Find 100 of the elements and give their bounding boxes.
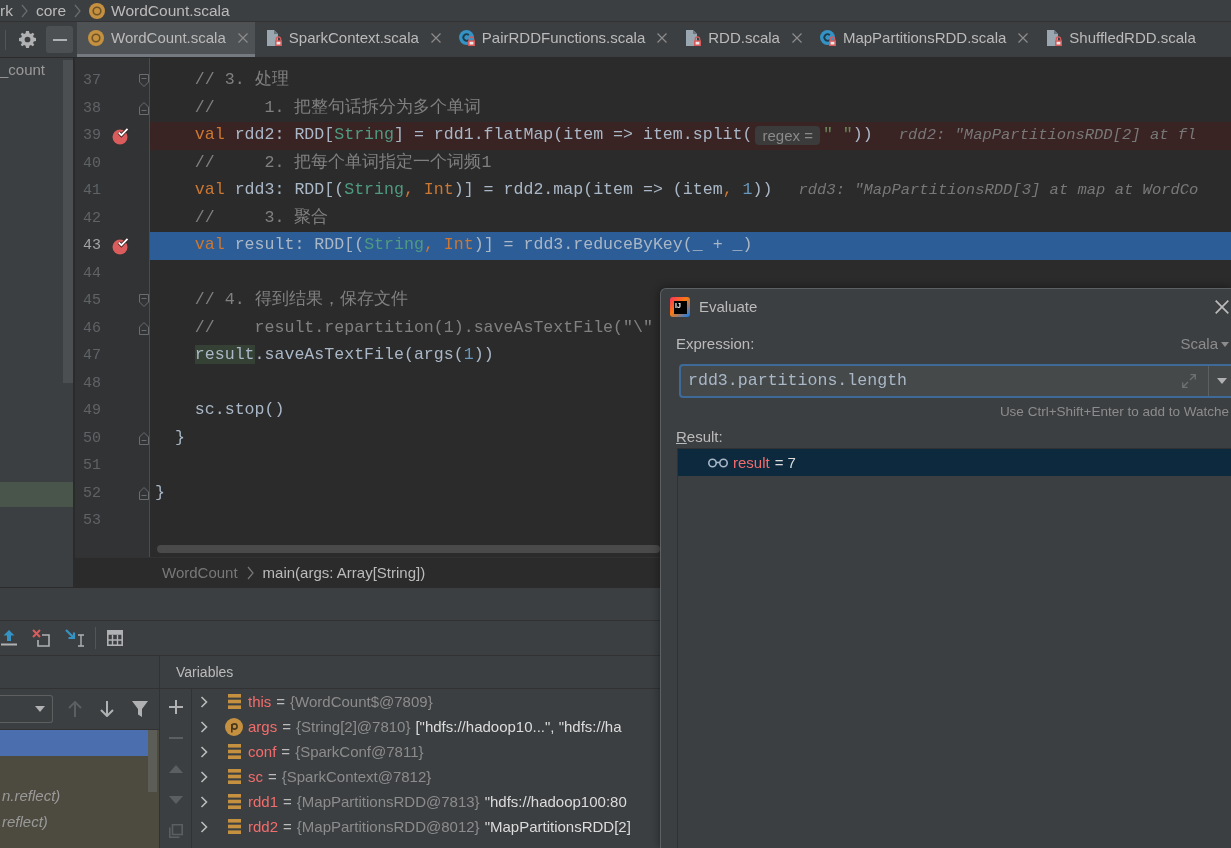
- breadcrumb-item[interactable]: core: [35, 2, 67, 19]
- file-lock-icon: [265, 30, 282, 46]
- inline-value-hint: rdd2: "MapPartitionsRDD[2] at fl: [898, 128, 1197, 144]
- chevron-icon: [20, 3, 28, 18]
- code-line: " ")): [822, 127, 873, 145]
- expand-chevron-icon[interactable]: [200, 695, 208, 708]
- filter-icon[interactable]: [132, 701, 148, 717]
- c-circle-lock-icon: [458, 30, 475, 46]
- code-line: // 3. 处理: [194, 72, 289, 90]
- calculator-icon[interactable]: [107, 630, 123, 646]
- close-icon[interactable]: [430, 33, 441, 43]
- expression-input[interactable]: rdd3.partitions.length: [679, 364, 1231, 398]
- stacked-bars-icon: [227, 694, 241, 709]
- caret-icon[interactable]: [1217, 378, 1227, 384]
- editor-tab[interactable]: PairRDDFunctions.scala: [447, 22, 675, 57]
- minus-icon: [52, 38, 67, 41]
- fold-marker-icon[interactable]: [139, 101, 149, 115]
- p-circle-icon: [225, 717, 243, 736]
- breadcrumb-item[interactable]: rk: [0, 2, 13, 19]
- editor-tab[interactable]: ShuffledRDD.scala: [1035, 22, 1203, 57]
- breadcrumb-item[interactable]: WordCount.scala: [111, 2, 230, 19]
- close-icon[interactable]: [237, 33, 248, 43]
- close-icon[interactable]: [1018, 33, 1029, 43]
- scrollbar-thumb[interactable]: [148, 730, 157, 792]
- expand-chevron-icon[interactable]: [200, 720, 208, 733]
- field-label: Expression:: [676, 333, 755, 354]
- dialog-title: Evaluate: [699, 296, 758, 317]
- code-line: // 2. 把每个单词指定一个词频1: [194, 154, 492, 172]
- file-lock-icon: [685, 30, 702, 46]
- code-line: // 1. 把整句话拆分为多个单词: [194, 99, 482, 117]
- line-number: 43: [83, 238, 101, 254]
- expand-chevron-icon[interactable]: [200, 795, 208, 808]
- tree-item-label[interactable]: _count: [0, 58, 46, 82]
- caret-icon: [35, 706, 45, 712]
- variable-entry[interactable]: this = {WordCount$@7809}: [248, 694, 433, 709]
- code-line: // result.repartition(1).saveAsTextFile("\": [194, 319, 653, 337]
- settings-icon[interactable]: [19, 31, 36, 48]
- code-line: result.saveAsTextFile(args(1)): [194, 347, 494, 365]
- glasses-icon: [708, 457, 728, 468]
- scrollbar-thumb[interactable]: [63, 60, 73, 383]
- plus-icon[interactable]: [168, 700, 183, 714]
- panel-title: Variables: [176, 662, 234, 682]
- code-line: // 4. 得到结果，保存文件: [194, 292, 408, 310]
- breakpoint-icon[interactable]: [112, 236, 130, 255]
- stacked-bars-icon: [227, 769, 241, 784]
- variable-entry[interactable]: conf = {SparkConf@7811}: [248, 744, 424, 759]
- inline-value-hint: rdd3: "MapPartitionsRDD[3] at map at WordCo: [798, 183, 1199, 199]
- ring-icon: [89, 2, 106, 19]
- close-icon[interactable]: [1215, 300, 1229, 314]
- code-line: }: [155, 484, 165, 502]
- frame-label[interactable]: reflect): [2, 813, 48, 829]
- file-lock-icon: [1046, 30, 1063, 46]
- expand-chevron-icon[interactable]: [200, 745, 208, 758]
- variable-entry[interactable]: sc = {SparkContext@7812}: [248, 769, 432, 784]
- editor-tab[interactable]: SparkContext.scala: [254, 22, 448, 57]
- variable-entry[interactable]: args = {String[2]@7810} ["hdfs://hadoop10...", "hdfs://ha: [248, 719, 622, 734]
- parameter-hint: regex =: [755, 126, 820, 146]
- code-line: sc.stop(): [194, 402, 285, 420]
- stacked-bars-icon: [227, 744, 241, 759]
- scrollbar-thumb[interactable]: [157, 545, 660, 553]
- fold-marker-icon[interactable]: [139, 486, 149, 500]
- editor-tab[interactable]: MapPartitionsRDD.scala: [808, 22, 1036, 57]
- code-line: }: [174, 429, 185, 447]
- fold-marker-icon[interactable]: [139, 321, 149, 335]
- arrow-text-cursor-icon[interactable]: [65, 629, 85, 647]
- close-icon[interactable]: [791, 33, 802, 43]
- close-icon[interactable]: [657, 33, 668, 43]
- cross-frame-icon[interactable]: [32, 629, 50, 647]
- code-line: // 3. 聚合: [194, 209, 329, 227]
- arrow-up-to-line-icon[interactable]: [1, 630, 17, 646]
- code-line: val rdd3: RDD[(String, Int)] = rdd2.map(item => (item, 1)): [194, 182, 773, 200]
- variable-entry[interactable]: rdd2 = {MapPartitionsRDD@8012} "MapPartitionsRDD[2]: [248, 819, 631, 834]
- hint-text: Use Ctrl+Shift+Enter to add to Watche: [999, 402, 1229, 421]
- caret-icon: [1221, 341, 1229, 347]
- fold-marker-icon[interactable]: [139, 294, 149, 308]
- editor-tab[interactable]: WordCount.scala: [77, 22, 255, 57]
- thread-dropdown[interactable]: [0, 695, 53, 723]
- editor-tab[interactable]: RDD.scala: [674, 22, 809, 57]
- frame-label[interactable]: n.reflect): [2, 787, 61, 803]
- down-arrow-icon[interactable]: [100, 701, 114, 717]
- expand-chevron-icon[interactable]: [200, 820, 208, 833]
- result-label: Result:: [676, 426, 723, 447]
- ring-icon: [88, 30, 104, 46]
- breakpoint-icon[interactable]: [112, 126, 130, 145]
- fold-marker-icon[interactable]: [139, 431, 149, 445]
- stacked-bars-icon: [227, 819, 241, 834]
- chevron-icon: [246, 565, 254, 580]
- breadcrumb-item[interactable]: WordCount: [162, 565, 238, 580]
- selected-result-row[interactable]: result = 7: [678, 449, 1231, 476]
- stacked-bars-icon: [227, 794, 241, 809]
- chevron-icon: [74, 3, 82, 18]
- language-dropdown[interactable]: Scala: [1180, 332, 1229, 356]
- result-entry[interactable]: result = 7: [733, 455, 796, 470]
- expand-chevron-icon[interactable]: [200, 770, 208, 783]
- breadcrumb-item[interactable]: main(args: Array[String]): [262, 565, 426, 580]
- expand-icon[interactable]: [1182, 374, 1196, 388]
- fold-marker-icon[interactable]: [139, 74, 149, 88]
- hide-button[interactable]: [46, 26, 73, 53]
- c-circle-lock-icon: [819, 30, 836, 46]
- variable-entry[interactable]: rdd1 = {MapPartitionsRDD@7813} "hdfs://hadoop100:80: [248, 794, 627, 809]
